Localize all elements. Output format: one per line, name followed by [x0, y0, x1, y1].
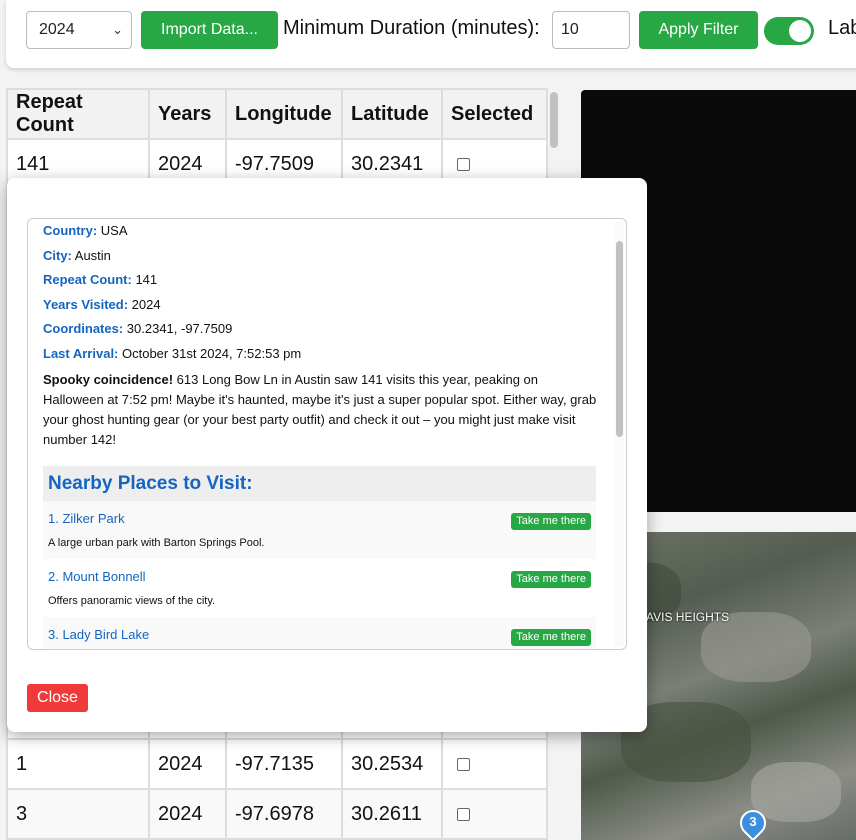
- column-header-longitude[interactable]: Longitude: [225, 88, 343, 140]
- cell-latitude: 30.2611: [341, 788, 443, 840]
- column-header-years[interactable]: Years: [148, 88, 227, 140]
- cell-longitude: -97.6978: [225, 788, 343, 840]
- apply-filter-button[interactable]: Apply Filter: [639, 11, 758, 49]
- details-scrollbar-thumb[interactable]: [616, 241, 623, 437]
- info-city: City: Austin: [43, 247, 111, 263]
- cell-years: 2024: [148, 738, 227, 790]
- chevron-down-icon: ⌄: [112, 22, 123, 37]
- info-last-arrival: Last Arrival: October 31st 2024, 7:52:53…: [43, 345, 302, 361]
- table-row[interactable]: 3 2024 -97.6978 30.2611: [6, 788, 548, 840]
- cell-latitude: 30.2534: [341, 738, 443, 790]
- nearby-places-title: Nearby Places to Visit:: [43, 466, 596, 501]
- nearby-place-description: A large urban park with Barton Springs P…: [48, 537, 265, 549]
- row-select-checkbox[interactable]: [457, 807, 470, 821]
- description-headline: Spooky coincidence!: [43, 372, 174, 387]
- row-select-checkbox[interactable]: [457, 157, 470, 171]
- year-select-value: 2024: [39, 21, 75, 38]
- column-header-selected[interactable]: Selected: [441, 88, 548, 140]
- info-years-visited: Years Visited: 2024: [43, 296, 161, 312]
- map-place-label: AVIS HEIGHTS: [646, 610, 730, 624]
- column-header-repeat-count[interactable]: Repeat Count: [6, 88, 150, 140]
- toggle-knob: [789, 20, 811, 42]
- nearby-place-link[interactable]: 3. Lady Bird Lake: [48, 627, 149, 642]
- info-repeat-count: Repeat Count: 141: [43, 272, 158, 287]
- map-marker-pin[interactable]: 3: [734, 804, 772, 840]
- take-me-there-button[interactable]: Take me there: [511, 629, 591, 646]
- table-row[interactable]: 1 2024 -97.7135 30.2534: [6, 738, 548, 790]
- import-data-button[interactable]: Import Data...: [141, 11, 278, 49]
- location-details-content: Country: USA City: Austin Repeat Count: …: [43, 219, 599, 649]
- info-coordinates: Coordinates: 30.2341, -97.7509: [43, 321, 233, 336]
- nearby-place-description: Offers panoramic views of the city.: [48, 595, 216, 607]
- take-me-there-button[interactable]: Take me there: [511, 571, 591, 588]
- cell-selected: [441, 788, 548, 840]
- labels-toggle-label: Lab: [828, 17, 856, 39]
- cell-repeat-count: 3: [6, 788, 150, 840]
- info-country: Country: USA: [43, 223, 128, 238]
- app-root: 2024 ⌄ Import Data... Minimum Duration (…: [0, 0, 856, 840]
- min-duration-label: Minimum Duration (minutes):: [283, 17, 540, 39]
- nearby-places-section: Nearby Places to Visit: 1. Zilker Park T…: [43, 466, 596, 649]
- location-details-modal: Country: USA City: Austin Repeat Count: …: [7, 178, 647, 732]
- cell-repeat-count: 1: [6, 738, 150, 790]
- nearby-place-item: 2. Mount Bonnell Take me there Offers pa…: [43, 559, 596, 617]
- toolbar: 2024 ⌄ Import Data... Minimum Duration (…: [6, 0, 856, 68]
- nearby-place-link[interactable]: 1. Zilker Park: [48, 511, 125, 526]
- nearby-place-item: 3. Lady Bird Lake Take me there: [43, 617, 596, 649]
- cell-years: 2024: [148, 788, 227, 840]
- location-description: Spooky coincidence! 613 Long Bow Ln in A…: [43, 370, 599, 450]
- table-header-row: Repeat Count Years Longitude Latitude Se…: [6, 88, 548, 140]
- map-marker-number: 3: [749, 814, 757, 829]
- cell-longitude: -97.7135: [225, 738, 343, 790]
- close-button[interactable]: Close: [27, 684, 88, 712]
- year-select[interactable]: 2024 ⌄: [26, 11, 132, 49]
- row-select-checkbox[interactable]: [457, 757, 470, 771]
- table-scrollbar-thumb[interactable]: [550, 92, 558, 148]
- column-header-latitude[interactable]: Latitude: [341, 88, 443, 140]
- nearby-place-link[interactable]: 2. Mount Bonnell: [48, 569, 146, 584]
- location-details-scroll-panel[interactable]: Country: USA City: Austin Repeat Count: …: [27, 218, 627, 650]
- nearby-place-item: 1. Zilker Park Take me there A large urb…: [43, 501, 596, 559]
- min-duration-input[interactable]: 10: [552, 11, 630, 49]
- take-me-there-button[interactable]: Take me there: [511, 513, 591, 530]
- cell-selected: [441, 738, 548, 790]
- labels-toggle[interactable]: [764, 17, 814, 45]
